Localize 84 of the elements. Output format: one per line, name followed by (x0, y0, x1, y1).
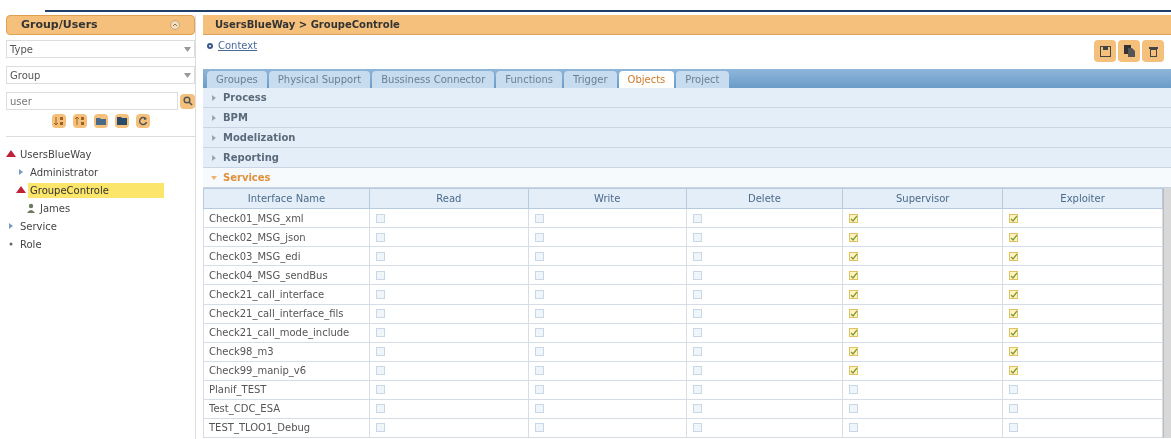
collapsed-arrow-icon (211, 134, 217, 141)
tree-item[interactable]: Service (18, 218, 59, 234)
table-cell: Check01_MSG_xml (203, 208, 370, 228)
tab[interactable]: Bussiness Connector (372, 71, 495, 88)
trash-icon (1148, 45, 1158, 57)
user-icon (26, 203, 36, 213)
checkbox[interactable] (849, 347, 859, 357)
column-header: Supervisor (842, 188, 1003, 209)
table-cell: Check03_MSG_edi (203, 246, 370, 266)
tab[interactable]: Project (676, 71, 729, 88)
checkbox[interactable] (849, 270, 859, 280)
tab[interactable]: Functions (496, 71, 562, 88)
table-cell: Planif_TEST (203, 380, 370, 400)
tree-item[interactable]: Administrator (28, 164, 101, 180)
checkbox[interactable] (849, 251, 859, 261)
checkbox[interactable] (1009, 232, 1019, 242)
checkbox[interactable] (1009, 270, 1019, 280)
checkbox[interactable] (1009, 213, 1019, 223)
group-dropdown[interactable]: Group (6, 66, 195, 84)
sort-descending-button[interactable] (72, 114, 87, 128)
expanded-arrow-icon (211, 174, 217, 181)
accordion-header[interactable]: Modelization (203, 128, 1171, 148)
table-cell: Check21_call_interface (203, 284, 370, 304)
accordion-header[interactable]: Process (203, 88, 1171, 108)
dropdown-arrow-icon (184, 72, 191, 78)
delete-button[interactable] (1142, 40, 1164, 62)
expanded-arrow-icon[interactable] (16, 185, 26, 195)
column-header: Exploiter (1002, 188, 1163, 209)
tab[interactable]: Groupes (207, 71, 267, 88)
folder-button[interactable] (114, 114, 129, 128)
context-link[interactable]: Context (218, 38, 258, 53)
scrollbar[interactable] (1163, 188, 1171, 438)
collapsed-arrow-icon (211, 94, 217, 101)
checkbox[interactable] (849, 213, 859, 223)
column-header: Write (528, 188, 687, 209)
table-cell: Check04_MSG_sendBus (203, 265, 370, 285)
checkbox[interactable] (1009, 347, 1019, 357)
panel-title: Group/Users (21, 16, 98, 33)
tab[interactable]: Objects (618, 71, 675, 88)
table-cell: Check99_manip_v6 (203, 361, 370, 381)
accordion-header[interactable]: Services (203, 168, 1171, 188)
column-header: Read (369, 188, 529, 209)
tab[interactable]: Trigger (564, 71, 617, 88)
search-button[interactable] (180, 93, 195, 109)
table-cell: Check21_call_mode_include (203, 323, 370, 343)
table-cell: Check02_MSG_json (203, 227, 370, 247)
copy-icon (1123, 45, 1135, 57)
checkbox[interactable] (1009, 251, 1019, 261)
tree-item[interactable]: UsersBlueWay (18, 146, 94, 162)
accordion-header[interactable]: Reporting (203, 148, 1171, 168)
checkbox[interactable] (1009, 289, 1019, 299)
checkbox[interactable] (1009, 366, 1019, 376)
checkbox[interactable] (1009, 328, 1019, 338)
table-cell: Check21_call_interface_fils (203, 304, 370, 324)
table-cell: Test_CDC_ESA (203, 399, 370, 419)
breadcrumb: UsersBlueWay > GroupeControle (215, 18, 400, 32)
column-header: Delete (686, 188, 843, 209)
expanded-arrow-icon[interactable] (6, 149, 16, 159)
tree-item[interactable]: GroupeControle (28, 182, 164, 198)
checkbox[interactable] (849, 289, 859, 299)
checkbox[interactable] (1009, 309, 1019, 318)
checkbox[interactable] (849, 366, 859, 376)
search-field[interactable]: user (6, 92, 178, 110)
type-dropdown[interactable]: Type (6, 40, 195, 58)
sort-ascending-button[interactable] (51, 114, 66, 128)
dropdown-arrow-icon (184, 46, 191, 52)
table-cell: TEST_TLOO1_Debug (203, 418, 370, 438)
tab[interactable]: Physical Support (268, 71, 371, 88)
copy-button[interactable] (1118, 40, 1140, 62)
accordion-header[interactable]: BPM (203, 108, 1171, 128)
collapse-icon[interactable] (170, 20, 180, 30)
folder-button[interactable] (93, 114, 108, 128)
column-header: Interface Name (203, 188, 370, 209)
save-icon (1099, 45, 1111, 57)
collapsed-arrow-icon (211, 154, 217, 161)
checkbox[interactable] (849, 309, 859, 318)
checkbox[interactable] (849, 232, 859, 242)
tree-item[interactable]: Role (18, 236, 44, 252)
save-button[interactable] (1094, 40, 1116, 62)
table-cell: Check98_m3 (203, 342, 370, 362)
refresh-button[interactable] (135, 114, 150, 128)
collapsed-arrow-icon (211, 114, 217, 121)
tree-item[interactable]: James (38, 200, 73, 216)
checkbox[interactable] (849, 328, 859, 338)
